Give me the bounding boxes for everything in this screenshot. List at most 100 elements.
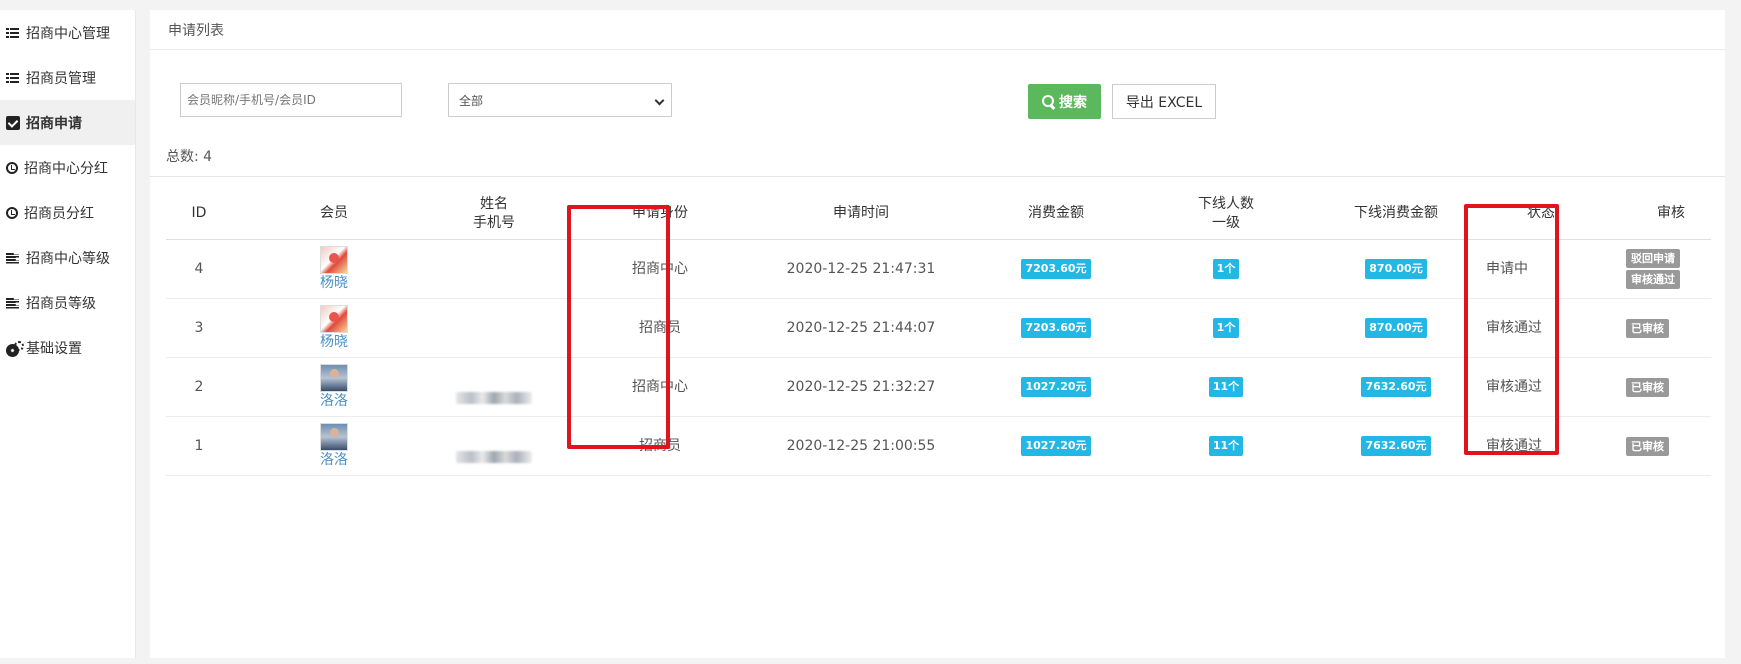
sidebar-item-basic-settings[interactable]: 基础设置	[0, 325, 135, 370]
row-spend: 1027.20元	[1016, 417, 1096, 475]
row-name-phone	[440, 358, 548, 416]
search-button[interactable]: 搜索	[1028, 84, 1101, 119]
header-time: 申请时间	[833, 205, 889, 221]
row-time: 2020-12-25 21:44:07	[786, 319, 936, 336]
member-name-link[interactable]: 杨晓	[320, 274, 348, 293]
chevron-down-icon	[654, 95, 665, 106]
header-name-phone: 姓名 手机号	[440, 188, 548, 239]
audited-badge: 已审核	[1626, 377, 1669, 397]
avatar	[320, 304, 348, 333]
member-name-link[interactable]: 洛洛	[320, 451, 348, 470]
redacted-phone	[456, 451, 532, 463]
spend-badge: 1027.20元	[1021, 377, 1091, 397]
downline-count-badge: 11个	[1208, 436, 1244, 456]
sidebar-item-label: 招商员分红	[24, 205, 94, 222]
row-audit: 已审核	[1626, 299, 1716, 357]
downline-spend-badge: 870.00元	[1365, 259, 1427, 279]
highlight-box-role-column	[567, 205, 670, 449]
row-member[interactable]: 洛洛	[288, 417, 380, 475]
sidebar: 招商中心管理 招商员管理 招商申请 招商中心分红 招商员分红 招商中心等级 招商…	[0, 10, 136, 658]
divider	[150, 176, 1725, 177]
member-name-link[interactable]: 杨晓	[320, 333, 348, 352]
sidebar-item-agent-level[interactable]: 招商员等级	[0, 280, 135, 325]
list-icon	[6, 26, 20, 40]
sidebar-item-label: 招商中心等级	[26, 250, 110, 267]
header-phone: 手机号	[473, 214, 515, 231]
row-downline-spend: 870.00元	[1341, 299, 1451, 357]
list-icon	[6, 71, 20, 85]
row-audit: 驳回申请 审核通过	[1626, 240, 1716, 298]
sidebar-item-label: 招商中心分红	[24, 160, 108, 177]
row-name-phone	[440, 299, 548, 357]
row-spend: 7203.60元	[1016, 299, 1096, 357]
avatar	[320, 363, 348, 392]
row-time: 2020-12-25 21:47:31	[786, 260, 936, 277]
sidebar-item-label: 招商申请	[26, 115, 82, 132]
row-spend: 7203.60元	[1016, 240, 1096, 298]
row-id: 1	[194, 437, 204, 454]
check-square-icon	[6, 115, 20, 130]
reject-application-button[interactable]: 驳回申请	[1626, 249, 1680, 268]
header-downline-spend: 下线消费金额	[1354, 205, 1438, 221]
spend-badge: 7203.60元	[1021, 318, 1091, 338]
header-downline-count: 下线人数	[1198, 195, 1254, 212]
export-button-label: 导出 EXCEL	[1125, 94, 1203, 111]
export-excel-button[interactable]: 导出 EXCEL	[1112, 84, 1216, 119]
header-id: ID	[191, 205, 207, 221]
row-downline: 11个	[1196, 417, 1256, 475]
row-id: 2	[194, 378, 204, 395]
row-member[interactable]: 杨晓	[288, 240, 380, 298]
header-spend: 消费金额	[1028, 205, 1084, 221]
header-member: 会员	[320, 205, 348, 221]
sidebar-item-label: 招商中心管理	[26, 25, 110, 42]
divider	[150, 49, 1725, 50]
total-count: 总数: 4	[166, 149, 213, 165]
row-name-phone	[440, 417, 548, 475]
sidebar-item-agent-dividend[interactable]: 招商员分红	[0, 190, 135, 235]
window-top-bar	[0, 0, 1741, 10]
sidebar-item-label: 基础设置	[26, 340, 82, 357]
row-time: 2020-12-25 21:00:55	[786, 437, 936, 454]
row-member[interactable]: 洛洛	[288, 358, 380, 416]
row-downline-spend: 870.00元	[1341, 240, 1451, 298]
avatar	[320, 245, 348, 274]
row-spend: 1027.20元	[1016, 358, 1096, 416]
downline-spend-badge: 7632.60元	[1361, 377, 1431, 397]
search-input[interactable]	[180, 83, 402, 117]
highlight-box-audit-column	[1464, 204, 1559, 455]
sidebar-item-agent-manage[interactable]: 招商员管理	[0, 55, 135, 100]
sidebar-item-applications[interactable]: 招商申请	[0, 100, 135, 145]
search-icon	[1042, 94, 1056, 109]
row-id: 3	[194, 319, 204, 336]
sidebar-item-center-manage[interactable]: 招商中心管理	[0, 10, 135, 55]
spend-badge: 1027.20元	[1021, 436, 1091, 456]
sidebar-item-label: 招商员管理	[26, 70, 96, 87]
avatar	[320, 422, 348, 451]
clock-icon	[6, 206, 18, 219]
header-level: 一级	[1212, 214, 1240, 231]
row-downline: 1个	[1196, 299, 1256, 357]
row-member[interactable]: 杨晓	[288, 299, 380, 357]
audited-badge: 已审核	[1626, 436, 1669, 456]
panel-title: 申请列表	[168, 23, 224, 39]
sidebar-item-label: 招商员等级	[26, 295, 96, 312]
row-downline: 1个	[1196, 240, 1256, 298]
row-audit: 已审核	[1626, 358, 1716, 416]
search-button-label: 搜索	[1059, 94, 1087, 111]
status-select-value: 全部	[459, 93, 484, 108]
status-select[interactable]: 全部	[448, 83, 672, 117]
row-id: 4	[194, 260, 204, 277]
window-bottom-bar	[0, 658, 1741, 664]
sidebar-item-center-level[interactable]: 招商中心等级	[0, 235, 135, 280]
approve-button[interactable]: 审核通过	[1626, 270, 1680, 289]
downline-spend-badge: 870.00元	[1365, 318, 1427, 338]
sidebar-item-center-dividend[interactable]: 招商中心分红	[0, 145, 135, 190]
row-downline-spend: 7632.60元	[1341, 358, 1451, 416]
align-left-icon	[6, 296, 20, 310]
member-name-link[interactable]: 洛洛	[320, 392, 348, 411]
row-name-phone	[440, 240, 548, 298]
header-downline: 下线人数 一级	[1196, 188, 1256, 239]
downline-count-badge: 1个	[1212, 318, 1240, 338]
gears-icon	[6, 340, 24, 357]
downline-count-badge: 1个	[1212, 259, 1240, 279]
